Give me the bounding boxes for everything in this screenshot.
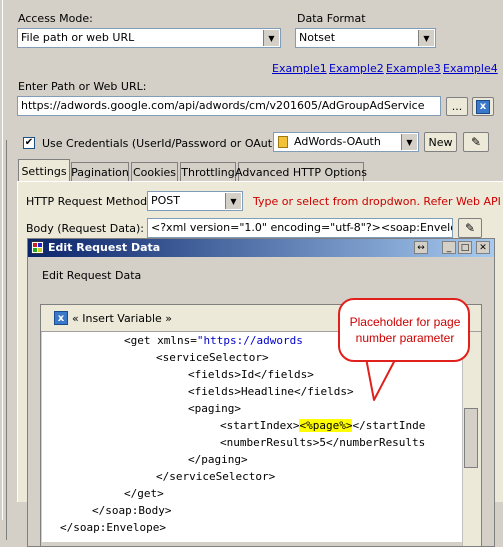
code-line: <numberResults>5</numberResults: [220, 436, 426, 449]
data-format-value: Notset: [299, 31, 336, 44]
example3-link[interactable]: Example3: [386, 62, 441, 75]
resize-arrows-icon[interactable]: ↔: [414, 241, 428, 254]
edit-connection-button[interactable]: ✎: [463, 132, 489, 152]
access-mode-select[interactable]: File path or web URL ▼: [17, 28, 281, 48]
data-format-select[interactable]: Notset ▼: [295, 28, 436, 48]
insert-variable-button[interactable]: « Insert Variable »: [72, 312, 172, 325]
left-gutter: [0, 140, 7, 540]
new-connection-button[interactable]: New: [424, 132, 457, 152]
example4-link[interactable]: Example4: [443, 62, 498, 75]
code-line: <paging>: [188, 402, 241, 415]
code-line: </soap:Envelope>: [60, 521, 166, 534]
http-method-select[interactable]: POST ▼: [147, 191, 243, 211]
edit-body-button[interactable]: ✎: [458, 218, 482, 238]
maximize-button[interactable]: □: [458, 241, 472, 254]
chevron-down-icon[interactable]: ▼: [263, 30, 279, 46]
code-line: <startIndex><%page%></startInde: [220, 419, 425, 432]
http-method-label: HTTP Request Method:: [26, 195, 151, 208]
http-method-value: POST: [151, 194, 180, 207]
body-label: Body (Request Data):: [26, 222, 144, 235]
connection-select[interactable]: AdWords-OAuth ▼: [273, 132, 419, 152]
chevron-down-icon[interactable]: ▼: [401, 134, 417, 150]
access-mode-label: Access Mode:: [18, 12, 93, 25]
minimize-button[interactable]: _: [442, 241, 456, 254]
browse-button[interactable]: ...: [446, 97, 468, 116]
credentials-label: Use Credentials (UserId/Password or OAut…: [42, 137, 284, 150]
tab-cookies[interactable]: Cookies: [131, 162, 178, 181]
code-line: <fields>Headline</fields>: [188, 385, 354, 398]
code-line: </serviceSelector>: [156, 470, 276, 483]
code-string: "https://adwords: [196, 334, 303, 347]
scrollbar-thumb[interactable]: [464, 408, 478, 468]
data-format-label: Data Format: [297, 12, 366, 25]
dialog-title: Edit Request Data: [48, 241, 161, 254]
code-line: <get xmlns="https://adwords: [124, 334, 303, 347]
code-tag: <get xmlns=: [124, 334, 197, 347]
code-tag: </startInde: [352, 419, 426, 432]
clear-path-button[interactable]: x: [472, 97, 494, 116]
tab-advanced-http-options[interactable]: Advanced HTTP Options: [235, 162, 367, 181]
edit-icon: ✎: [470, 135, 482, 149]
path-input[interactable]: https://adwords.google.com/api/adwords/c…: [17, 96, 441, 116]
credentials-checkbox[interactable]: ✔: [23, 137, 35, 149]
variable-x-icon: x: [476, 99, 490, 114]
dialog-heading: Edit Request Data: [42, 269, 142, 282]
example1-link[interactable]: Example1: [272, 62, 327, 75]
code-tag: <startIndex>: [220, 419, 300, 432]
example2-link[interactable]: Example2: [329, 62, 384, 75]
edit-icon: ✎: [464, 221, 476, 235]
path-label: Enter Path or Web URL:: [18, 80, 147, 93]
access-mode-value: File path or web URL: [21, 31, 135, 44]
code-line: </paging>: [188, 453, 248, 466]
tab-settings[interactable]: Settings: [18, 159, 70, 182]
tab-pagination[interactable]: Pagination: [71, 162, 129, 181]
body-input[interactable]: <?xml version="1.0" encoding="utf-8"?><s…: [147, 218, 453, 238]
insert-variable-icon[interactable]: x: [54, 311, 68, 325]
code-line: </soap:Body>: [92, 504, 172, 517]
page-placeholder: <%page%>: [299, 419, 353, 432]
chevron-down-icon[interactable]: ▼: [418, 30, 434, 46]
connection-value: AdWords-OAuth: [294, 135, 381, 148]
code-line: <serviceSelector>: [156, 351, 269, 364]
code-line: <fields>Id</fields>: [188, 368, 314, 381]
callout-text: Placeholder for page number parameter: [349, 315, 461, 345]
code-line: </get>: [124, 487, 164, 500]
dialog-app-icon: [31, 241, 44, 254]
connection-icon: [278, 136, 288, 148]
http-method-hint: Type or select from dropdwon. Refer Web …: [253, 195, 503, 208]
tab-throttling[interactable]: Throttling: [180, 162, 236, 181]
chevron-down-icon[interactable]: ▼: [225, 193, 241, 209]
close-button[interactable]: ✕: [476, 241, 490, 254]
